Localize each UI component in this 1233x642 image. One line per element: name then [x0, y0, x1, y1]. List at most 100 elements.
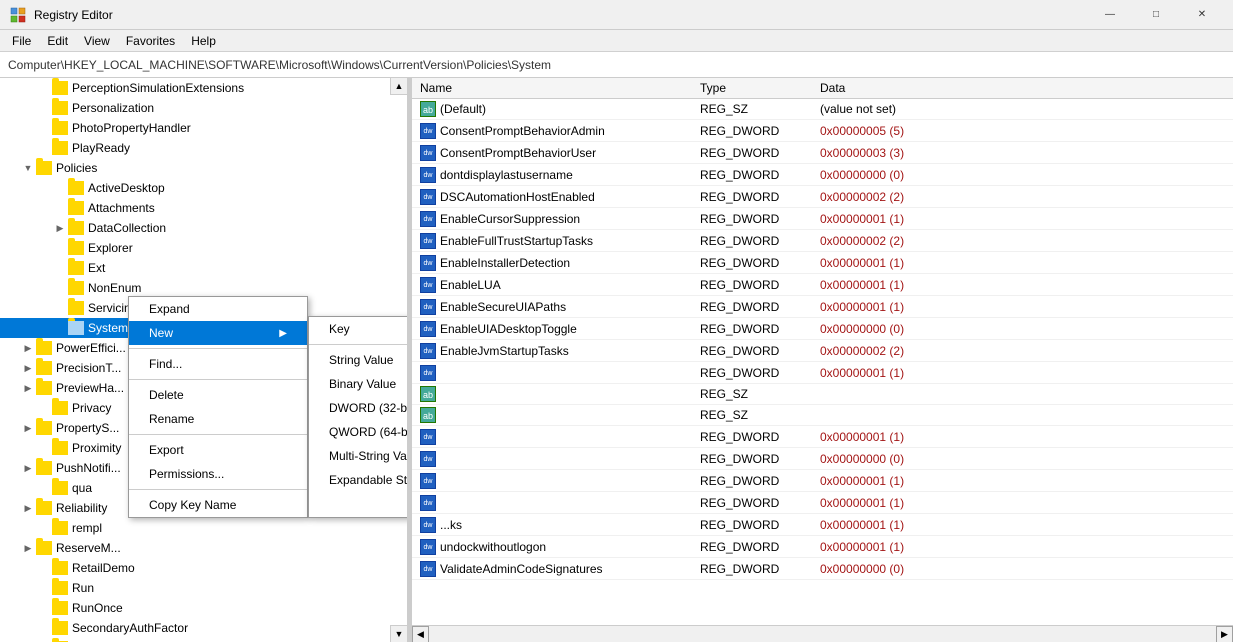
- table-row[interactable]: dw EnableFullTrustStartupTasks REG_DWORD…: [412, 230, 1233, 252]
- list-item[interactable]: ▶ DataCollection: [0, 218, 390, 238]
- expand-btn[interactable]: [36, 400, 52, 416]
- table-row[interactable]: dw EnableLUA REG_DWORD 0x00000001 (1): [412, 274, 1233, 296]
- context-menu-permissions[interactable]: Permissions...: [129, 462, 307, 486]
- context-menu-rename[interactable]: Rename: [129, 407, 307, 431]
- submenu-multi-string[interactable]: Multi-String Value: [309, 444, 408, 468]
- expand-btn[interactable]: [52, 280, 68, 296]
- close-button[interactable]: ✕: [1179, 0, 1225, 30]
- expand-btn[interactable]: ▼: [20, 160, 36, 176]
- list-item[interactable]: ▼ Policies: [0, 158, 390, 178]
- list-item[interactable]: PerceptionSimulationExtensions: [0, 78, 390, 98]
- table-row[interactable]: dw undockwithoutlogon REG_DWORD 0x000000…: [412, 536, 1233, 558]
- menu-edit[interactable]: Edit: [39, 32, 76, 50]
- expand-btn[interactable]: [36, 100, 52, 116]
- list-item[interactable]: RunOnce: [0, 598, 390, 618]
- list-item[interactable]: Personalization: [0, 98, 390, 118]
- context-menu-delete[interactable]: Delete: [129, 383, 307, 407]
- table-row[interactable]: dw REG_DWORD 0x00000001 (1): [412, 362, 1233, 384]
- table-row[interactable]: dw ...ks REG_DWORD 0x00000001 (1): [412, 514, 1233, 536]
- expand-btn[interactable]: ▶: [20, 460, 36, 476]
- table-row[interactable]: dw EnableUIADesktopToggle REG_DWORD 0x00…: [412, 318, 1233, 340]
- scroll-left-btn[interactable]: ◀: [412, 626, 429, 642]
- reg-name: dw ...ks: [412, 514, 692, 536]
- submenu-binary-value[interactable]: Binary Value: [309, 372, 408, 396]
- table-row[interactable]: dw DSCAutomationHostEnabled REG_DWORD 0x…: [412, 186, 1233, 208]
- list-item[interactable]: rempl: [0, 518, 390, 538]
- expand-btn[interactable]: [52, 300, 68, 316]
- table-row[interactable]: dw REG_DWORD 0x00000001 (1): [412, 426, 1233, 448]
- list-item[interactable]: NonEnum: [0, 278, 390, 298]
- expand-btn[interactable]: [36, 600, 52, 616]
- table-row[interactable]: dw EnableInstallerDetection REG_DWORD 0x…: [412, 252, 1233, 274]
- list-item[interactable]: RetailDemo: [0, 558, 390, 578]
- submenu-string-value[interactable]: String Value: [309, 348, 408, 372]
- maximize-button[interactable]: □: [1133, 0, 1179, 30]
- context-menu-expand[interactable]: Expand: [129, 297, 307, 321]
- context-menu-sep1: [129, 348, 307, 349]
- expand-btn[interactable]: ▶: [52, 220, 68, 236]
- table-row[interactable]: dw ConsentPromptBehaviorUser REG_DWORD 0…: [412, 142, 1233, 164]
- expand-btn[interactable]: ▶: [20, 380, 36, 396]
- list-item[interactable]: SecondaryAuthFactor: [0, 618, 390, 638]
- context-menu-find[interactable]: Find...: [129, 352, 307, 376]
- expand-btn[interactable]: ▶: [20, 420, 36, 436]
- table-row[interactable]: dw ValidateAdminCodeSignatures REG_DWORD…: [412, 558, 1233, 580]
- expand-btn[interactable]: [52, 180, 68, 196]
- context-menu-new[interactable]: New ▶: [129, 321, 307, 345]
- menu-favorites[interactable]: Favorites: [118, 32, 183, 50]
- table-row[interactable]: dw EnableJvmStartupTasks REG_DWORD 0x000…: [412, 340, 1233, 362]
- expand-btn[interactable]: ▶: [20, 540, 36, 556]
- expand-btn[interactable]: [36, 80, 52, 96]
- expand-btn[interactable]: [36, 440, 52, 456]
- expand-btn[interactable]: [36, 480, 52, 496]
- table-row[interactable]: ab REG_SZ: [412, 405, 1233, 426]
- tree-scroll-up[interactable]: ▲: [390, 78, 407, 95]
- menu-view[interactable]: View: [76, 32, 118, 50]
- list-item[interactable]: Run: [0, 578, 390, 598]
- table-row[interactable]: dw ConsentPromptBehaviorAdmin REG_DWORD …: [412, 120, 1233, 142]
- list-item[interactable]: ActiveDesktop: [0, 178, 390, 198]
- expand-btn[interactable]: [36, 580, 52, 596]
- expand-btn[interactable]: [52, 260, 68, 276]
- expand-btn[interactable]: [36, 120, 52, 136]
- expand-btn[interactable]: ▶: [20, 340, 36, 356]
- list-item[interactable]: PlayReady: [0, 138, 390, 158]
- right-scroll[interactable]: Name Type Data ab (Default): [412, 78, 1233, 625]
- expand-btn[interactable]: [36, 520, 52, 536]
- context-menu-export[interactable]: Export: [129, 438, 307, 462]
- list-item[interactable]: SecureAssessment: [0, 638, 390, 642]
- expand-btn[interactable]: [52, 240, 68, 256]
- table-row[interactable]: ab (Default) REG_SZ (value not set): [412, 99, 1233, 120]
- context-menu-copy-key[interactable]: Copy Key Name: [129, 493, 307, 517]
- table-row[interactable]: dw REG_DWORD 0x00000001 (1): [412, 492, 1233, 514]
- expand-btn[interactable]: ▶: [20, 500, 36, 516]
- submenu-dword-value[interactable]: DWORD (32-bit) Value: [309, 396, 408, 420]
- submenu-expandable-string[interactable]: Expandable String Value: [309, 468, 408, 492]
- menu-file[interactable]: File: [4, 32, 39, 50]
- table-row[interactable]: dw EnableCursorSuppression REG_DWORD 0x0…: [412, 208, 1233, 230]
- list-item[interactable]: Ext: [0, 258, 390, 278]
- expand-btn[interactable]: [52, 200, 68, 216]
- table-row[interactable]: dw dontdisplaylastusername REG_DWORD 0x0…: [412, 164, 1233, 186]
- expand-btn[interactable]: ▶: [20, 360, 36, 376]
- tree-item-label: rempl: [72, 521, 102, 535]
- expand-btn[interactable]: [36, 560, 52, 576]
- table-row[interactable]: dw REG_DWORD 0x00000001 (1): [412, 470, 1233, 492]
- tree-scroll-down[interactable]: ▼: [390, 625, 407, 642]
- menu-help[interactable]: Help: [183, 32, 224, 50]
- table-row[interactable]: dw REG_DWORD 0x00000000 (0): [412, 448, 1233, 470]
- list-item[interactable]: PhotoPropertyHandler: [0, 118, 390, 138]
- table-row[interactable]: ab REG_SZ: [412, 384, 1233, 405]
- expand-btn[interactable]: [52, 320, 68, 336]
- list-item[interactable]: Attachments: [0, 198, 390, 218]
- list-item[interactable]: Explorer: [0, 238, 390, 258]
- bottom-scroll-bar[interactable]: ◀ ▶: [412, 625, 1233, 642]
- expand-btn[interactable]: [36, 620, 52, 636]
- table-row[interactable]: dw EnableSecureUIAPaths REG_DWORD 0x0000…: [412, 296, 1233, 318]
- expand-btn[interactable]: [36, 140, 52, 156]
- list-item[interactable]: ▶ ReserveM...: [0, 538, 390, 558]
- minimize-button[interactable]: —: [1087, 0, 1133, 30]
- scroll-right-btn[interactable]: ▶: [1216, 626, 1233, 642]
- submenu-key[interactable]: Key: [309, 317, 408, 341]
- submenu-qword-value[interactable]: QWORD (64-bit) Value: [309, 420, 408, 444]
